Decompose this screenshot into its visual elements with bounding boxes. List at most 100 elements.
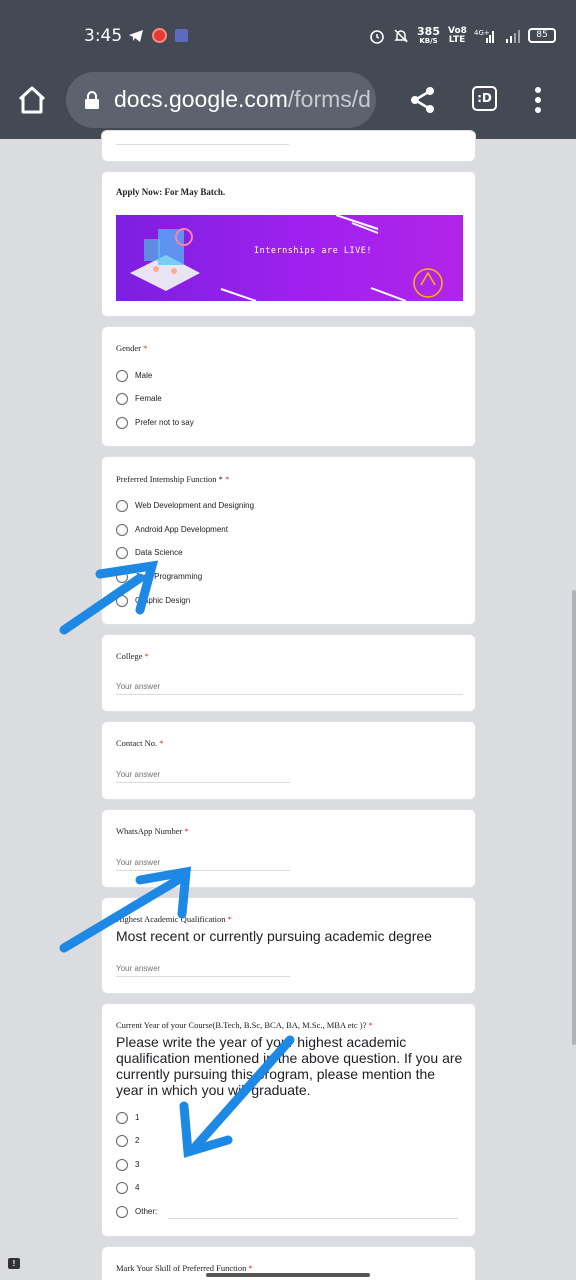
- option-graphic-design[interactable]: Graphic Design: [135, 596, 190, 605]
- required-asterisk: *: [248, 1263, 253, 1273]
- required-asterisk: *: [159, 738, 164, 748]
- current-year-description: Please write the year of your highest ac…: [116, 1034, 463, 1098]
- option-android[interactable]: Android App Development: [135, 525, 228, 534]
- skill-title-text: Mark Your Skill of Preferred Function: [116, 1263, 247, 1273]
- radio-female[interactable]: [116, 393, 128, 405]
- signal-4g-icon: 4G+: [474, 29, 494, 43]
- option-data-science[interactable]: Data Science: [135, 548, 183, 557]
- option-other[interactable]: Other:: [135, 1207, 157, 1216]
- option-female[interactable]: Female: [135, 394, 162, 403]
- gender-title: Gender *: [116, 343, 147, 353]
- radio-other[interactable]: [116, 1206, 128, 1218]
- whatsapp-title-text: WhatsApp Number: [116, 826, 183, 836]
- mute-icon: [394, 28, 408, 43]
- gender-question-card: Gender * Male Female Prefer not to say: [101, 326, 476, 447]
- lock-icon: [85, 91, 99, 109]
- telegram-icon: [129, 29, 143, 42]
- qualification-input[interactable]: Your answer: [116, 964, 160, 973]
- whatsapp-input-underline: [116, 870, 290, 871]
- radio-year-2[interactable]: [116, 1135, 128, 1147]
- qualification-description: Most recent or currently pursuing academ…: [116, 928, 432, 944]
- other-input-underline[interactable]: [168, 1218, 458, 1219]
- option-male[interactable]: Male: [135, 371, 152, 380]
- more-options-icon[interactable]: [532, 86, 544, 114]
- radio-year-1[interactable]: [116, 1112, 128, 1124]
- notification-icons: [128, 28, 188, 43]
- banner-text: Internships are LIVE!: [254, 246, 372, 256]
- system-status-icons: 385 KB/S Vo8 LTE 4G+ 85: [369, 26, 556, 45]
- share-icon[interactable]: [410, 86, 436, 114]
- banner-illustration: [130, 215, 443, 301]
- internship-function-title-text: Preferred Internship Function *: [116, 474, 223, 484]
- radio-android[interactable]: [116, 524, 128, 536]
- internship-function-title: Preferred Internship Function * *: [116, 474, 229, 484]
- contact-input[interactable]: Your answer: [116, 770, 160, 779]
- radio-male[interactable]: [116, 370, 128, 382]
- status-time: 3:45: [84, 26, 123, 46]
- current-year-title-text: Current Year of your Course(B.Tech, B.Sc…: [116, 1020, 367, 1030]
- qualification-title: Highest Academic Qualification *: [116, 914, 232, 924]
- option-year-1[interactable]: 1: [135, 1113, 139, 1122]
- whatsapp-question-card: WhatsApp Number * Your answer: [101, 809, 476, 888]
- required-asterisk: *: [144, 651, 149, 661]
- alarm-icon: [370, 29, 384, 44]
- internship-function-card: Preferred Internship Function * * Web De…: [101, 456, 476, 625]
- contact-input-underline: [116, 782, 290, 783]
- option-year-3[interactable]: 3: [135, 1160, 139, 1169]
- signal-icon: [506, 29, 520, 43]
- college-title: College *: [116, 651, 149, 661]
- option-year-2[interactable]: 2: [135, 1136, 139, 1145]
- required-asterisk: *: [225, 474, 230, 484]
- answer-underline: [116, 144, 289, 145]
- home-icon[interactable]: [16, 84, 48, 116]
- scrollbar-thumb[interactable]: [572, 590, 576, 1045]
- radio-prefer-not[interactable]: [116, 417, 128, 429]
- skill-title: Mark Your Skill of Preferred Function *: [116, 1263, 253, 1273]
- college-question-card: College * Your answer: [101, 634, 476, 712]
- current-year-title: Current Year of your Course(B.Tech, B.Sc…: [116, 1020, 373, 1030]
- qualification-title-text: Highest Academic Qualification: [116, 914, 226, 924]
- apply-now-card: Apply Now: For May Batch. Internships ar…: [101, 171, 476, 317]
- option-year-4[interactable]: 4: [135, 1183, 139, 1192]
- qualification-input-underline: [116, 976, 290, 977]
- app-notification-icon: [152, 28, 167, 43]
- required-asterisk: *: [368, 1020, 373, 1030]
- network-speed: 385 KB/S: [417, 26, 440, 45]
- college-input[interactable]: Your answer: [116, 682, 160, 691]
- report-icon[interactable]: !: [8, 1258, 20, 1269]
- url-text: docs.google.com/forms/d: [114, 86, 371, 113]
- url-path: /forms/d: [287, 86, 371, 112]
- required-asterisk: *: [184, 826, 189, 836]
- current-year-question-card: Current Year of your Course(B.Tech, B.Sc…: [101, 1003, 476, 1237]
- radio-graphic-design[interactable]: [116, 595, 128, 607]
- calendar-icon: [175, 29, 188, 42]
- url-host: docs.google.com: [114, 86, 288, 112]
- qualification-question-card: Highest Academic Qualification * Most re…: [101, 897, 476, 994]
- tabs-button[interactable]: :D: [472, 86, 497, 111]
- option-java[interactable]: Java Programming: [135, 572, 202, 581]
- option-web-dev[interactable]: Web Development and Designing: [135, 501, 254, 510]
- whatsapp-title: WhatsApp Number *: [116, 826, 189, 836]
- browser-top-bar: 3:45 385 KB/S Vo8 LTE 4G+ 85 docs.google.c…: [0, 0, 576, 139]
- radio-year-4[interactable]: [116, 1182, 128, 1194]
- contact-question-card: Contact No. * Your answer: [101, 721, 476, 800]
- gesture-nav-handle[interactable]: [206, 1273, 370, 1277]
- radio-year-3[interactable]: [116, 1159, 128, 1171]
- radio-data-science[interactable]: [116, 547, 128, 559]
- contact-title-text: Contact No.: [116, 738, 158, 748]
- college-input-underline: [116, 694, 463, 695]
- net-speed-unit: KB/S: [419, 37, 438, 45]
- college-title-text: College: [116, 651, 143, 661]
- volte-indicator: Vo8 LTE: [448, 25, 467, 45]
- apply-title: Apply Now: For May Batch.: [116, 187, 226, 197]
- radio-java[interactable]: [116, 571, 128, 583]
- address-bar[interactable]: docs.google.com/forms/d: [66, 72, 376, 128]
- option-prefer-not[interactable]: Prefer not to say: [135, 418, 194, 427]
- whatsapp-input[interactable]: Your answer: [116, 858, 160, 867]
- gender-title-text: Gender: [116, 343, 142, 353]
- svg-text:4G+: 4G+: [474, 29, 490, 37]
- battery-indicator: 85: [528, 28, 556, 43]
- radio-web-dev[interactable]: [116, 500, 128, 512]
- internship-banner-image: Internships are LIVE!: [116, 215, 463, 301]
- required-asterisk: *: [143, 343, 148, 353]
